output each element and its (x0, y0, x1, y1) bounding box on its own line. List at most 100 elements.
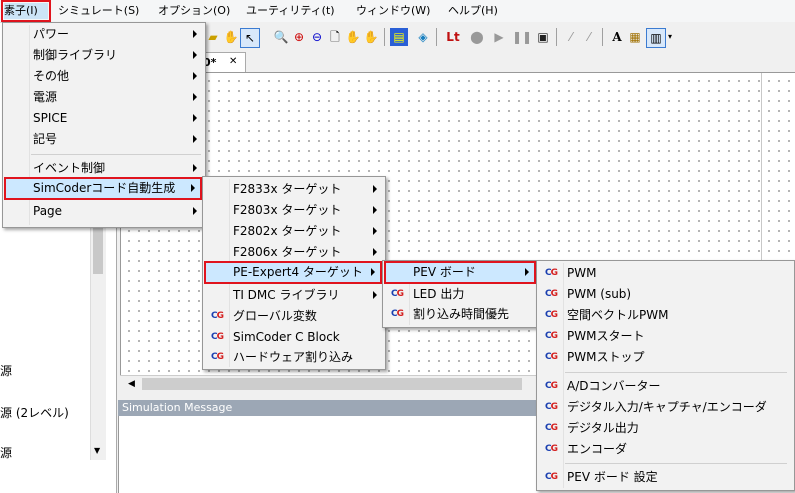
zoom-hand-icon[interactable]: ✋ (344, 28, 362, 46)
scope-icon[interactable]: ▣ (534, 28, 552, 46)
submenu-arrow-icon (193, 30, 197, 38)
menu-item-interrupt-priority[interactable]: CG 割り込み時間優先 (385, 304, 537, 324)
menu-item-power[interactable]: パワー (5, 24, 203, 44)
submenu-arrow-icon (193, 114, 197, 122)
menu-item-pwm-stop[interactable]: CG PWMストップ (539, 347, 791, 367)
submenu-arrow-icon (193, 207, 197, 215)
menu-item-page[interactable]: Page (5, 201, 203, 221)
submenu-arrow-icon (373, 227, 377, 235)
simcoder-icon: CG (545, 289, 558, 299)
menu-item-ad-converter[interactable]: CG A/Dコンバーター (539, 376, 791, 396)
simcoder-icon: CG (545, 352, 558, 362)
menu-simulate[interactable]: シミュレート(S) (58, 3, 139, 19)
hand-icon[interactable]: ✋ (362, 28, 380, 46)
scroll-thumb[interactable] (142, 378, 522, 390)
simcoder-icon: CG (545, 310, 558, 320)
simcoder-icon: CG (211, 311, 224, 321)
menu-item-pev-board[interactable]: PEV ボード (384, 261, 536, 284)
menu-item-pwm-start[interactable]: CG PWMスタート (539, 326, 791, 346)
run-simview-icon[interactable]: ▤ (390, 28, 408, 46)
simcoder-icon: CG (545, 268, 558, 278)
simcoder-submenu: F2833x ターゲット F2803x ターゲット F2802x ターゲット F… (202, 176, 386, 370)
menu-item-f2806x[interactable]: F2806x ターゲット (205, 242, 383, 262)
simcoder-icon: CG (545, 472, 558, 482)
zoom-out-icon[interactable]: ⊖ (308, 28, 326, 46)
diamond-icon[interactable]: ◈ (414, 28, 432, 46)
submenu-arrow-icon (525, 268, 529, 276)
simcoder-icon: CG (211, 352, 224, 362)
simcoder-icon: CG (391, 309, 404, 319)
fit-page-icon[interactable]: 🗋 (326, 28, 344, 46)
elements-menu: パワー 制御ライブラリ その他 電源 SPICE 記号 イベント制御 SimCo… (2, 22, 206, 228)
menu-item-svpwm[interactable]: CG 空間ベクトルPWM (539, 305, 791, 325)
pan-hand-icon[interactable]: ✋ (222, 28, 240, 46)
parameter-icon[interactable]: ▦ (626, 28, 644, 46)
simcoder-icon: CG (545, 423, 558, 433)
pause-icon[interactable]: ❚❚ (512, 28, 532, 46)
menu-utility[interactable]: ユーティリティ(t) (246, 3, 335, 19)
library-item[interactable]: 源 (0, 444, 12, 461)
menu-item-control-library[interactable]: 制御ライブラリ (5, 45, 203, 65)
probe-icon[interactable]: ⁄ (562, 28, 580, 46)
submenu-arrow-icon (373, 248, 377, 256)
library-scrollbar[interactable]: ▼ (90, 222, 106, 460)
scroll-left-icon[interactable]: ◀ (128, 379, 135, 389)
menu-item-simcoder[interactable]: SimCoderコード自動生成 (4, 177, 202, 200)
menu-item-global-variables[interactable]: CG グローバル変数 (205, 306, 383, 326)
lt-spice-icon[interactable]: Lt (442, 28, 464, 46)
menu-help[interactable]: ヘルプ(H) (448, 3, 498, 19)
simcoder-icon: CG (211, 332, 224, 342)
document-tab[interactable]: 0* ✕ (200, 52, 246, 73)
menu-item-event-control[interactable]: イベント制御 (5, 158, 203, 178)
scroll-down-icon[interactable]: ▼ (94, 446, 100, 455)
menu-item-pwm[interactable]: CG PWM (539, 263, 791, 283)
pe-expert4-submenu: PEV ボード CG LED 出力 CG 割り込み時間優先 (382, 260, 540, 328)
menu-item-led-output[interactable]: CG LED 出力 (385, 284, 537, 304)
menu-item-pwm-sub[interactable]: CG PWM (sub) (539, 284, 791, 304)
menu-item-pev-board-settings[interactable]: CG PEV ボード 設定 (539, 467, 791, 487)
simcoder-icon: CG (545, 402, 558, 412)
play-icon[interactable]: ▶ (490, 28, 508, 46)
menu-item-encoder[interactable]: CG エンコーダ (539, 439, 791, 459)
menu-options[interactable]: オプション(O) (158, 3, 230, 19)
submenu-arrow-icon (191, 184, 195, 192)
submenu-arrow-icon (373, 185, 377, 193)
menubar: 素子(I) シミュレート(S) オプション(O) ユーティリティ(t) ウィンド… (0, 0, 795, 23)
submenu-arrow-icon (373, 206, 377, 214)
menu-window[interactable]: ウィンドウ(W) (356, 3, 430, 19)
scroll-thumb[interactable] (93, 224, 103, 274)
zoom-in-icon[interactable]: ⊕ (290, 28, 308, 46)
menu-item-pe-expert4[interactable]: PE-Expert4 ターゲット (204, 261, 382, 284)
close-icon[interactable]: ✕ (229, 56, 237, 67)
probe-off-icon[interactable]: ⁄ (580, 28, 598, 46)
menu-item-digital-output[interactable]: CG デジタル出力 (539, 418, 791, 438)
menu-item-spice[interactable]: SPICE (5, 108, 203, 128)
stop-icon[interactable]: ⬤ (468, 28, 486, 46)
library-item[interactable]: 源 (0, 362, 12, 379)
library-browser-icon[interactable]: ▥ (646, 28, 666, 48)
menu-item-digital-input[interactable]: CG デジタル入力/キャプチャ/エンコーダ (539, 397, 791, 417)
menu-item-hardware-interrupt[interactable]: CG ハードウェア割り込み (205, 347, 383, 367)
menu-item-sources[interactable]: 電源 (5, 87, 203, 107)
pev-board-submenu: CG PWM CG PWM (sub) CG 空間ベクトルPWM CG PWMスタート … (536, 260, 795, 491)
wire-icon[interactable]: ▰ (204, 28, 222, 46)
submenu-arrow-icon (373, 291, 377, 299)
menu-item-other[interactable]: その他 (5, 66, 203, 86)
zoom-icon[interactable]: 🔍 (272, 28, 290, 46)
submenu-arrow-icon (193, 51, 197, 59)
menu-elements[interactable]: 素子(I) (1, 0, 51, 22)
menu-item-f2803x[interactable]: F2803x ターゲット (205, 200, 383, 220)
menu-item-simcoder-c-block[interactable]: CG SimCoder C Block (205, 327, 383, 347)
menu-item-ti-dmc[interactable]: TI DMC ライブラリ (205, 285, 383, 305)
simcoder-icon: CG (545, 381, 558, 391)
toolbar-overflow-icon[interactable]: ▾ (666, 28, 674, 46)
menu-item-symbols[interactable]: 記号 (5, 129, 203, 149)
select-arrow-icon[interactable]: ↖ (240, 28, 260, 48)
simcoder-icon: CG (545, 331, 558, 341)
menu-item-f2802x[interactable]: F2802x ターゲット (205, 221, 383, 241)
text-tool-icon[interactable]: A (608, 28, 626, 46)
submenu-arrow-icon (193, 164, 197, 172)
menu-item-f2833x[interactable]: F2833x ターゲット (205, 179, 383, 199)
library-item[interactable]: 源 (2レベル) (0, 404, 69, 421)
submenu-arrow-icon (193, 93, 197, 101)
